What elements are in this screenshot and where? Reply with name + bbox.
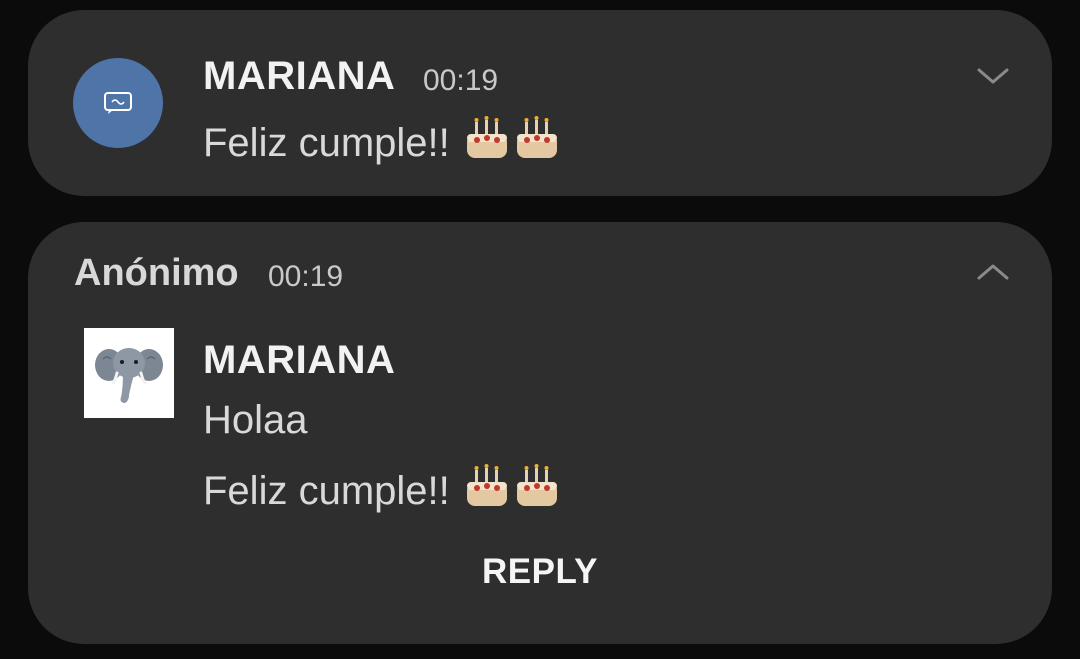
message-text: Feliz cumple!! [203, 114, 561, 166]
app-icon [73, 58, 163, 148]
message-content: Feliz cumple!! [203, 469, 450, 513]
message-content: Feliz cumple!! [203, 121, 450, 165]
timestamp: 00:19 [423, 64, 499, 97]
cake-emoji [466, 116, 557, 158]
sender-name: MARIANA [203, 54, 396, 98]
chevron-down-icon[interactable] [973, 62, 1013, 90]
reply-button[interactable]: REPLY [28, 552, 1052, 592]
message-line: Feliz cumple!! [203, 462, 561, 514]
message-line: Holaa [203, 398, 308, 442]
chevron-up-icon[interactable] [973, 258, 1013, 286]
app-name: Anónimo [74, 252, 239, 294]
elephant-icon [95, 348, 163, 403]
message-bubble-icon [104, 92, 132, 114]
notification-card-expanded[interactable]: Anónimo 00:19 MARIANA Holaa Feliz cumple… [28, 222, 1052, 644]
cake-emoji [466, 464, 557, 506]
sender-name: MARIANA [203, 338, 396, 382]
elephant-avatar [84, 328, 174, 418]
notification-card-collapsed[interactable]: MARIANA 00:19 Feliz cumple!! [28, 10, 1052, 196]
timestamp: 00:19 [268, 260, 344, 293]
